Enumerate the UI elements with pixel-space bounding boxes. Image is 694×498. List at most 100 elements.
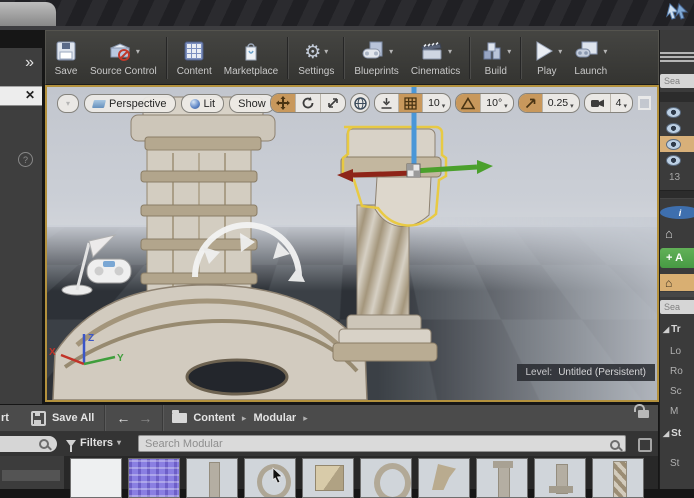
save-all-button[interactable]: Save All [30,410,94,426]
topbar-separator [162,405,165,431]
axis-x-label: X [49,347,56,358]
asset-thumbnail-pillar-mesh[interactable] [186,458,238,498]
settings-button[interactable]: ⚙ ▾ Settings [292,33,340,83]
static-mesh-property-label: St [670,458,680,469]
maximize-viewport-button[interactable] [638,96,651,110]
scale-icon [328,98,338,108]
cinematics-button[interactable]: ▾ Cinematics [405,33,466,83]
sources-search-input[interactable] [0,436,57,452]
add-component-button[interactable]: + A [660,248,694,268]
outliner-row[interactable] [660,104,694,120]
visibility-eye-icon[interactable] [666,138,681,150]
lit-sphere-icon [189,98,200,109]
transform-section-header[interactable]: ◢ Tr [660,324,694,335]
breadcrumb-content[interactable]: Content [193,412,235,424]
lit-mode-button[interactable]: Lit [180,94,225,113]
outliner-row-selected[interactable] [660,136,694,152]
outliner-row[interactable] [660,120,694,136]
asset-search-input[interactable] [138,435,626,452]
breadcrumb-modular[interactable]: Modular [253,412,296,424]
scale-tool-button[interactable] [320,94,345,112]
move-tool-button[interactable] [271,94,296,112]
save-search-icon[interactable] [638,438,652,452]
visibility-eye-icon[interactable] [666,154,681,166]
sources-panel[interactable] [0,456,64,489]
caret-down-icon[interactable]: ▾ [603,48,607,56]
outliner-search-input[interactable]: Sea [660,74,694,88]
asset-thumbnail-arch-mesh[interactable] [244,458,296,498]
visibility-eye-icon[interactable] [666,122,681,134]
back-button[interactable]: ← [112,410,134,426]
asset-thumbnail-twisted-column-mesh[interactable] [592,458,644,498]
launch-button[interactable]: ▾ Launch [568,33,613,83]
scale-snap-toggle-button[interactable] [518,94,542,112]
camera-speed-value-button[interactable]: 4 ▾ [609,94,632,112]
level-viewport[interactable]: Z X Y ▾ Perspective Lit Show 10▾ 10°▾ [45,85,659,402]
visibility-eye-icon[interactable] [666,106,681,118]
blueprints-button[interactable]: ▾ Blueprints [348,33,404,83]
close-icon[interactable]: ✕ [25,88,35,102]
camera-speed-button[interactable] [585,94,610,112]
asset-thumbnail-pedestal-mesh[interactable] [534,458,586,498]
caret-down-icon: ▾ [570,103,574,110]
outliner-row[interactable] [660,152,694,168]
import-button-fragment[interactable]: rt [1,412,9,424]
player-start-actor[interactable] [61,234,132,296]
rotate-tool-button[interactable] [295,94,320,112]
info-icon[interactable]: i [660,206,694,219]
panel-divider [660,190,694,199]
asset-thumbnail-ring-mesh[interactable] [360,458,412,498]
viewport-scene: Z X Y [49,87,493,400]
toolbar-separator [343,36,346,79]
world-local-toggle-button[interactable] [350,93,371,113]
rotation-snap-value-button[interactable]: 10° ▾ [480,94,512,112]
play-button[interactable]: ▾ Play [525,33,568,83]
asset-thumbnail-blank-texture[interactable] [70,458,122,498]
selected-component-row[interactable]: ⌂ [660,274,694,291]
viewport-options-button[interactable]: ▾ [57,94,80,113]
content-button[interactable]: Content [171,33,218,83]
lock-icon[interactable] [634,404,649,418]
expand-chevrons-icon[interactable]: » [25,54,34,72]
grid-snap-value-button[interactable]: 10 ▾ [422,94,450,112]
breadcrumb-arrow-icon[interactable]: ▸ [303,413,308,424]
scale-snap-value-button[interactable]: 0.25 ▾ [541,94,579,112]
gizmo-x-axis[interactable] [352,170,415,178]
twisted-column-mesh-actor[interactable] [332,204,438,362]
caret-down-icon[interactable]: ▾ [558,48,562,56]
static-mesh-section-header[interactable]: ◢ St [660,428,694,439]
ornate-base-mesh[interactable] [52,284,368,400]
help-icon[interactable]: ? [18,152,33,167]
marketplace-button[interactable]: Marketplace [218,33,284,83]
rotate-icon [302,96,314,109]
save-button[interactable]: Save [48,33,84,83]
list-options-icon[interactable] [660,50,694,64]
location-property-label: Lo [670,346,682,357]
asset-thumbnail-normal-map-texture[interactable] [128,458,180,498]
caret-down-icon[interactable]: ▾ [389,48,393,56]
filters-button[interactable]: Filters ▾ [66,437,121,452]
caret-down-icon[interactable]: ▾ [136,48,140,56]
breadcrumb-arrow-icon[interactable]: ▸ [242,413,247,424]
tower-left-mesh[interactable] [130,96,276,301]
asset-thumbnail-crate-mesh[interactable] [302,458,354,498]
view-mode-button[interactable]: Perspective [84,94,176,113]
content-browser-icon [182,39,206,66]
asset-thumbnail-bracket-mesh[interactable] [418,458,470,498]
grid-snap-toggle-button[interactable] [398,94,423,112]
actor-count-label: 13 [669,172,681,183]
source-control-button[interactable]: ▾ Source Control [84,33,163,83]
details-search-input[interactable]: Sea [660,300,694,314]
build-button[interactable]: ▾ Build [474,33,517,83]
gizmo-y-arrowhead[interactable] [477,160,493,174]
caret-down-icon[interactable]: ▾ [448,48,452,56]
caret-down-icon[interactable]: ▾ [324,48,328,56]
caret-down-icon[interactable]: ▾ [507,48,511,56]
build-icon [480,39,504,66]
rotation-snap-toggle-button[interactable] [456,94,481,112]
asset-thumbnail-column-mesh[interactable] [476,458,528,498]
surface-snap-button[interactable] [375,94,398,112]
forward-button[interactable]: → [134,410,156,426]
caret-down-icon: ▾ [623,103,627,110]
show-flags-button[interactable]: Show [229,94,275,113]
